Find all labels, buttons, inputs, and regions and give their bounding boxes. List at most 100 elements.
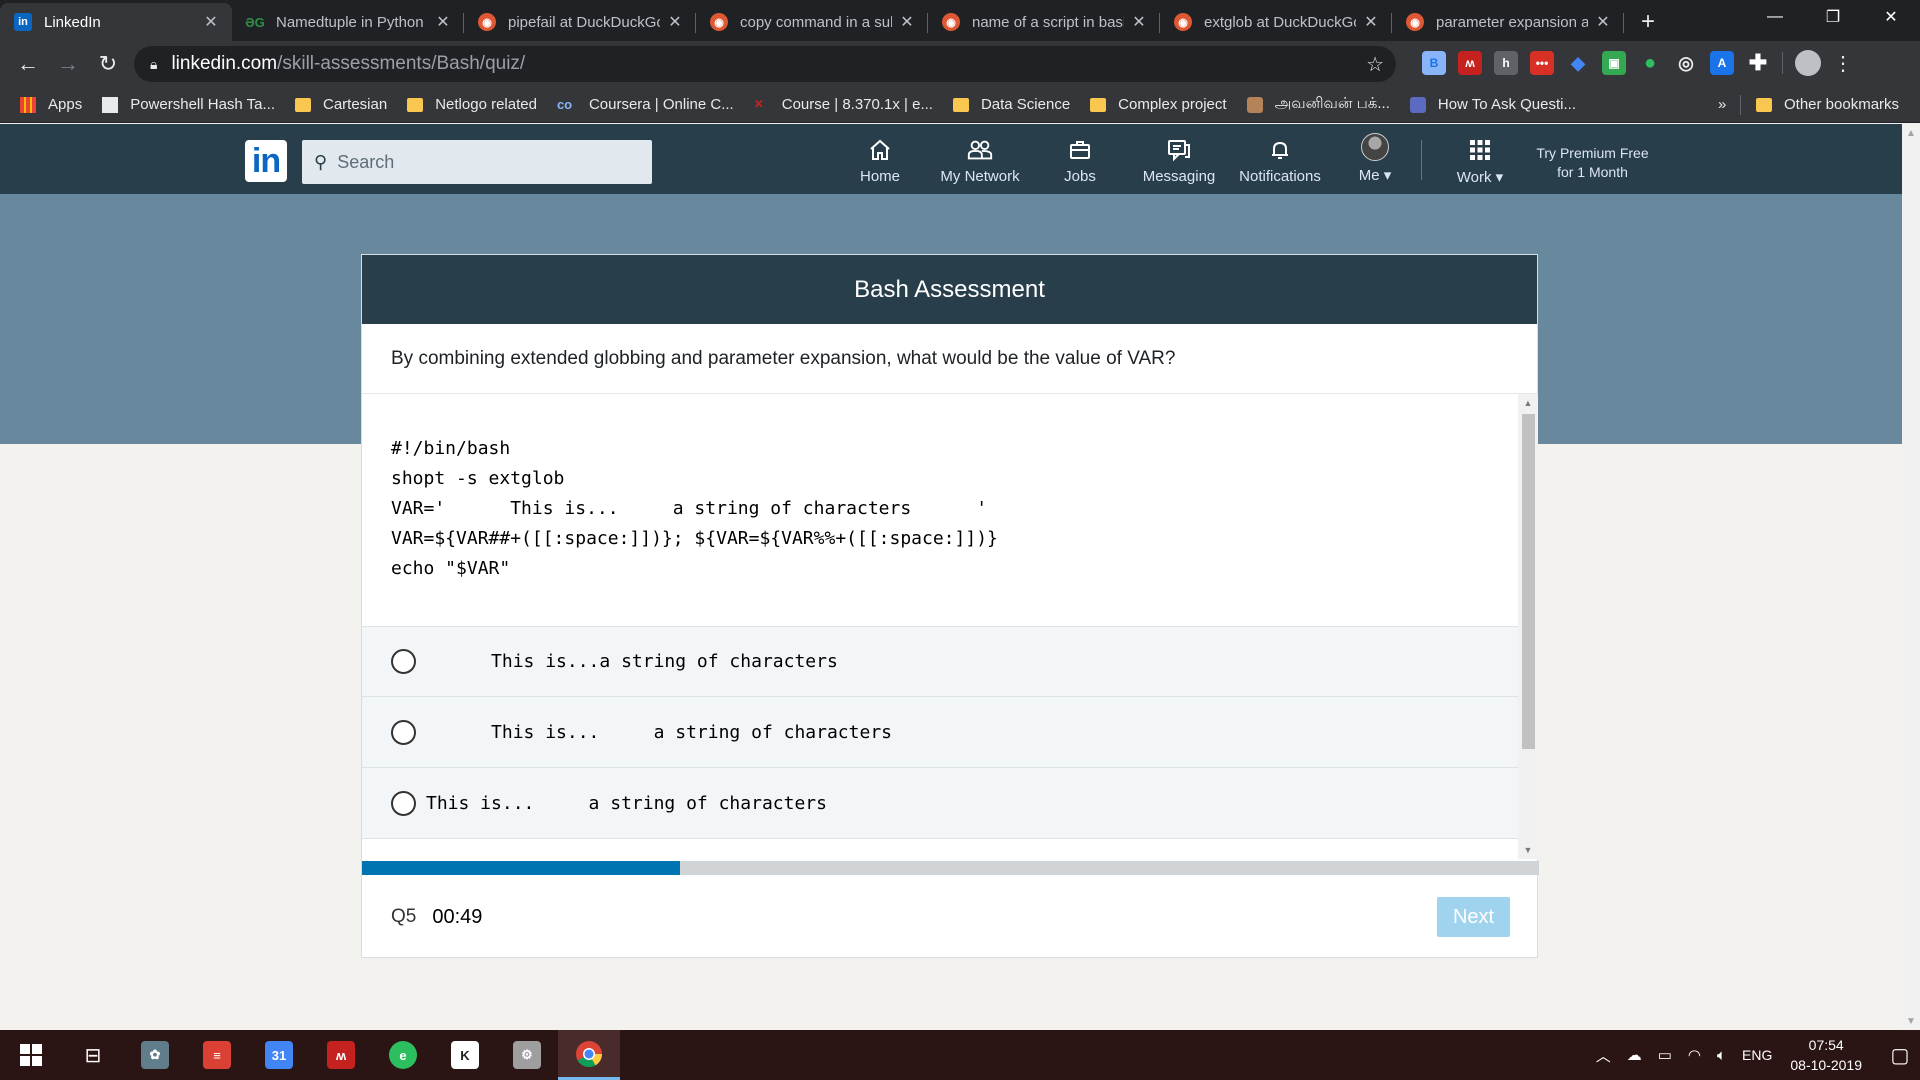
nav-notifications[interactable]: Notifications — [1237, 138, 1323, 185]
extension-icon[interactable]: ◎ — [1674, 51, 1698, 75]
bookmark-star-icon[interactable]: ☆ — [1366, 52, 1384, 77]
next-button[interactable]: Next — [1437, 897, 1510, 937]
onedrive-icon[interactable]: ☁ — [1627, 1046, 1642, 1064]
linkedin-logo[interactable]: in — [245, 140, 287, 182]
close-icon[interactable]: ✕ — [1594, 12, 1612, 32]
bookmark-complex-project[interactable]: Complex project — [1090, 96, 1227, 113]
bell-icon — [1266, 138, 1294, 162]
calendar-icon[interactable]: 31 — [248, 1030, 310, 1080]
extension-icon[interactable]: B — [1422, 51, 1446, 75]
minimize-icon[interactable]: — — [1746, 0, 1804, 34]
question-scrollbar[interactable]: ▲ ▼ — [1518, 394, 1538, 859]
bookmark-apps[interactable]: Apps — [20, 96, 82, 113]
radio-button[interactable] — [391, 719, 416, 745]
scrollbar-thumb[interactable] — [1522, 414, 1535, 749]
back-arrow-icon[interactable]: ← — [8, 44, 48, 84]
tab-pipefail[interactable]: ◉ pipefail at DuckDuckGo ✕ — [464, 3, 696, 41]
close-icon[interactable]: ✕ — [1362, 12, 1380, 32]
other-bookmarks[interactable]: Other bookmarks — [1756, 96, 1899, 113]
wifi-icon[interactable]: ◠ — [1688, 1046, 1701, 1064]
url-text[interactable]: linkedin.com/skill-assessments/Bash/quiz… — [171, 53, 1366, 75]
restore-icon[interactable]: ❐ — [1804, 0, 1862, 34]
task-view-icon[interactable]: ⊟ — [62, 1030, 124, 1080]
windows-start-icon[interactable] — [0, 1030, 62, 1080]
answer-option-1[interactable]: This is...a string of characters — [362, 626, 1518, 697]
nav-home[interactable]: Home — [853, 138, 907, 185]
answer-option-2[interactable]: This is... a string of characters — [362, 697, 1518, 768]
folder-icon — [1756, 97, 1772, 112]
close-window-icon[interactable]: ✕ — [1862, 0, 1920, 34]
bookmark-powershell[interactable]: Powershell Hash Ta... — [102, 96, 275, 113]
extensions-area: B ʍ h ••• ◆ ▣ ● ◎ A ✚ ⋮ — [1422, 50, 1853, 76]
option-label: This is...a string of characters — [426, 651, 838, 672]
profile-avatar-icon[interactable] — [1795, 50, 1821, 76]
bookmark-coursera[interactable]: co Coursera | Online C... — [557, 96, 734, 113]
close-icon[interactable]: ✕ — [434, 12, 452, 32]
bookmark-cartesian[interactable]: Cartesian — [295, 96, 387, 113]
nav-my-network[interactable]: My Network — [934, 138, 1026, 185]
evernote-icon[interactable]: e — [372, 1030, 434, 1080]
close-icon[interactable]: ✕ — [666, 12, 684, 32]
tab-title: pipefail at DuckDuckGo — [508, 13, 660, 31]
forward-arrow-icon[interactable]: → — [48, 44, 88, 84]
volume-icon[interactable]: 🔈︎ — [1717, 1047, 1726, 1064]
taskbar-app-icon[interactable]: K — [434, 1030, 496, 1080]
bookmarks-overflow-chevron[interactable]: » — [1718, 96, 1726, 113]
nav-messaging[interactable]: Messaging — [1142, 138, 1216, 185]
tab-script-name[interactable]: ◉ name of a script in bash ✕ — [928, 3, 1160, 41]
tab-parameter-expansion[interactable]: ◉ parameter expansion a ✕ — [1392, 3, 1624, 41]
scroll-down-arrow-icon[interactable]: ▼ — [1518, 841, 1538, 859]
reload-icon[interactable]: ↻ — [88, 44, 128, 84]
tab-copy-command[interactable]: ◉ copy command in a sub ✕ — [696, 3, 928, 41]
taskbar-app-icon[interactable]: ✿ — [124, 1030, 186, 1080]
scroll-down-arrow-icon[interactable]: ▼ — [1902, 1012, 1920, 1030]
taskbar-app-icon[interactable]: ʍ — [310, 1030, 372, 1080]
evernote-icon[interactable]: ● — [1638, 51, 1662, 75]
system-clock[interactable]: 07:54 08-10-2019 — [1790, 1035, 1862, 1075]
nav-work[interactable]: Work ▾ — [1448, 138, 1512, 186]
nav-jobs[interactable]: Jobs — [1060, 138, 1100, 185]
radio-button[interactable] — [391, 790, 416, 816]
todoist-icon[interactable]: ≡ — [186, 1030, 248, 1080]
nav-me[interactable]: Me ▾ — [1355, 133, 1395, 184]
address-bar[interactable]: 🔒︎ linkedin.com/skill-assessments/Bash/q… — [134, 46, 1396, 82]
bookmark-edx[interactable]: ✕ Course | 8.370.1x | e... — [754, 96, 933, 113]
folder-icon — [952, 97, 969, 112]
extension-icon[interactable]: ʍ — [1458, 51, 1482, 75]
tab-namedtuple[interactable]: ƏG Namedtuple in Python ✕ — [232, 3, 464, 41]
bookmark-tamil-blog[interactable]: அவனிவன் பக்... — [1246, 95, 1390, 114]
close-icon[interactable]: ✕ — [898, 12, 916, 32]
tab-linkedin[interactable]: in LinkedIn ✕ — [0, 3, 232, 41]
try-premium-link[interactable]: Try Premium Free for 1 Month — [1520, 144, 1665, 182]
chrome-icon[interactable] — [558, 1030, 620, 1080]
bookmark-data-science[interactable]: Data Science — [952, 96, 1070, 113]
close-icon[interactable]: ✕ — [202, 12, 220, 32]
menu-kebab-icon[interactable]: ⋮ — [1833, 51, 1853, 76]
answer-option-3[interactable]: This is... a string of characters — [362, 768, 1518, 839]
extension-icon[interactable]: ••• — [1530, 51, 1554, 75]
wizard-icon — [1409, 96, 1426, 113]
taskbar-app-icon[interactable]: ⚙ — [496, 1030, 558, 1080]
scroll-up-arrow-icon[interactable]: ▲ — [1518, 394, 1538, 412]
extension-icon[interactable]: ✚ — [1746, 50, 1770, 75]
bookmark-how-to-ask[interactable]: How To Ask Questi... — [1409, 96, 1576, 113]
question-scroll-area[interactable]: #!/bin/bash shopt -s extglob VAR=' This … — [362, 394, 1539, 859]
extension-icon[interactable]: ▣ — [1602, 51, 1626, 75]
chevron-up-icon[interactable]: ︿ — [1596, 1045, 1611, 1066]
new-tab-button[interactable]: + — [1630, 3, 1666, 41]
radio-button[interactable] — [391, 649, 416, 674]
search-placeholder: Search — [337, 151, 395, 172]
bookmark-netlogo[interactable]: Netlogo related — [407, 96, 537, 113]
tab-extglob[interactable]: ◉ extglob at DuckDuckGo ✕ — [1160, 3, 1392, 41]
language-indicator[interactable]: ENG — [1742, 1047, 1772, 1063]
close-icon[interactable]: ✕ — [1130, 12, 1148, 32]
tab-title: name of a script in bash — [972, 13, 1124, 31]
page-scrollbar[interactable]: ▲ ▼ — [1902, 124, 1920, 1030]
extension-icon[interactable]: h — [1494, 51, 1518, 75]
notification-center-icon[interactable]: ▢ — [1880, 1030, 1920, 1080]
battery-icon[interactable]: ▭ — [1658, 1046, 1672, 1064]
search-input[interactable]: ⚲ Search — [302, 140, 652, 184]
extension-icon[interactable]: ◆ — [1566, 51, 1590, 75]
scroll-up-arrow-icon[interactable]: ▲ — [1902, 124, 1920, 142]
extension-icon[interactable]: A — [1710, 51, 1734, 75]
